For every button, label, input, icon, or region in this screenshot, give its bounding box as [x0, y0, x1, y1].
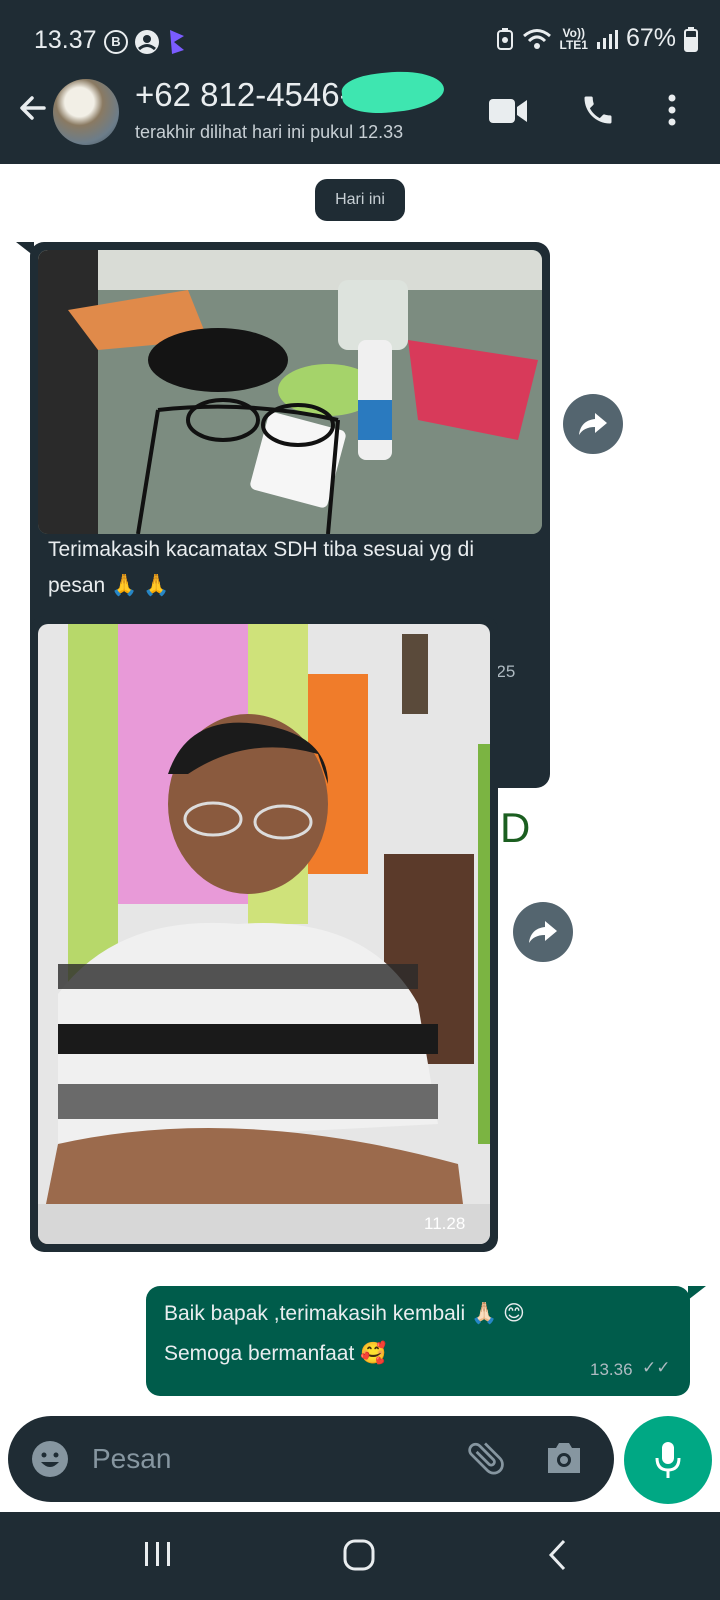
- outgoing-text-message[interactable]: Baik bapak ,terimakasih kembali 🙏🏻 😊 Sem…: [146, 1286, 690, 1396]
- nav-back-icon[interactable]: [546, 1538, 568, 1572]
- forward-icon: [579, 413, 607, 435]
- status-bar: 13.37 B Vo)) LTE1 67%: [0, 0, 720, 76]
- forward-button[interactable]: [563, 394, 623, 454]
- phone-icon[interactable]: [580, 92, 616, 128]
- incoming-image-message[interactable]: 11.28: [30, 616, 498, 1252]
- read-ticks-icon: ✓✓: [642, 1358, 671, 1377]
- photo-man-content: [38, 624, 490, 1244]
- message-time: 13.36: [590, 1360, 633, 1379]
- camera-icon[interactable]: [544, 1440, 584, 1476]
- forward-button[interactable]: [513, 902, 573, 962]
- wallpaper-letter: D: [500, 804, 531, 851]
- back-arrow-icon[interactable]: [14, 88, 54, 128]
- more-vert-icon[interactable]: [666, 92, 678, 128]
- attach-icon[interactable]: [464, 1436, 508, 1480]
- mic-button[interactable]: [624, 1416, 712, 1504]
- wifi-icon: [522, 28, 551, 49]
- status-time: 13.37: [34, 26, 97, 54]
- system-nav-bar: [0, 1512, 720, 1600]
- app-notification-icon: [170, 30, 184, 54]
- message-time: 11.28: [424, 1214, 466, 1233]
- recents-icon[interactable]: [142, 1538, 174, 1570]
- outgoing-bubble-tail: [688, 1286, 706, 1300]
- message-input[interactable]: [92, 1436, 452, 1482]
- chat-header: +62 812-4546- terakhir dilihat hari ini …: [0, 66, 720, 164]
- home-icon[interactable]: [342, 1538, 376, 1572]
- battery-saver-icon: [496, 27, 513, 50]
- message-caption: Terimakasih kacamatax SDH tiba sesuai yg…: [48, 538, 475, 597]
- mic-icon: [655, 1442, 681, 1478]
- date-chip: Hari ini: [315, 179, 405, 221]
- message-text-line-1: Baik bapak ,terimakasih kembali 🙏🏻 😊: [164, 1302, 525, 1325]
- forward-icon: [529, 921, 557, 943]
- photo-glasses-content: [38, 250, 542, 534]
- message-photo-man[interactable]: [38, 624, 490, 1244]
- composer-bar: [0, 1408, 720, 1512]
- battery-percent: 67%: [625, 24, 676, 52]
- status-system-icons: Vo)) LTE1 67%: [496, 24, 698, 53]
- b-notification-icon: B: [104, 30, 128, 54]
- emoji-icon[interactable]: [30, 1439, 70, 1479]
- contact-avatar[interactable]: [53, 79, 119, 145]
- battery-icon: [684, 26, 698, 52]
- message-photo-glasses[interactable]: [38, 250, 542, 534]
- account-icon: [135, 30, 159, 54]
- video-call-icon[interactable]: [488, 96, 528, 126]
- message-text-line-2: Semoga bermanfaat 🥰: [164, 1342, 387, 1365]
- message-input-pill: [8, 1416, 614, 1502]
- signal-icon: [596, 29, 618, 49]
- chat-messages-area[interactable]: D Hari ini Terimakasih kacamatax SDH tib…: [0, 164, 720, 1408]
- network-label: Vo)) LTE1: [559, 25, 588, 52]
- contact-name[interactable]: +62 812-4546-: [135, 76, 351, 114]
- last-seen-status: terakhir dilihat hari ini pukul 12.33: [135, 122, 404, 142]
- status-notification-icons: B: [104, 28, 188, 56]
